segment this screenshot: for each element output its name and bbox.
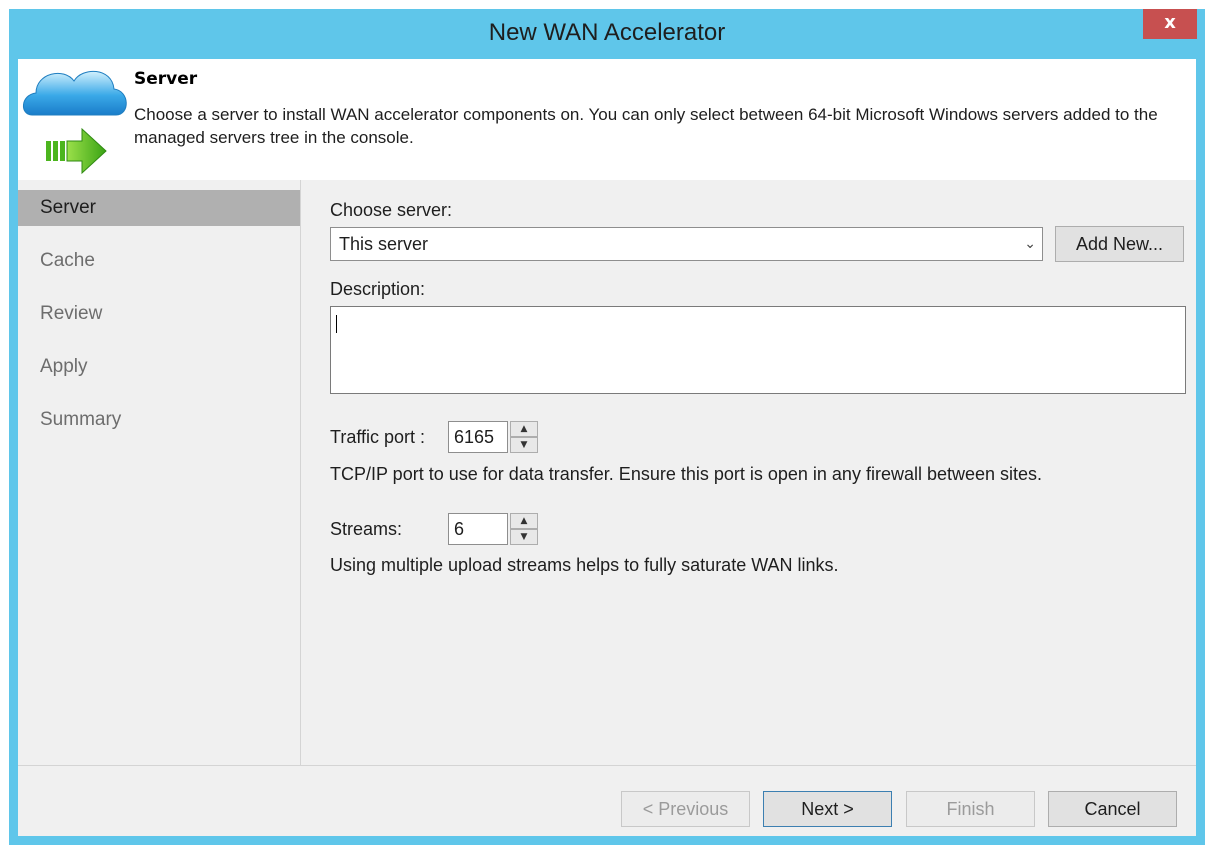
traffic-port-spin-buttons: ▲ ▼: [510, 421, 538, 453]
chevron-down-icon[interactable]: ⌄: [1024, 228, 1036, 260]
cancel-button[interactable]: Cancel: [1048, 791, 1177, 827]
choose-server-label: Choose server:: [330, 200, 453, 220]
close-button[interactable]: x: [1143, 9, 1197, 39]
streams-value: 6: [454, 519, 465, 539]
wizard-footer: < Previous Next > Finish Cancel: [18, 765, 1196, 837]
description-label: Description:: [330, 279, 426, 299]
spin-up-icon[interactable]: ▲: [510, 513, 538, 529]
spin-up-icon[interactable]: ▲: [510, 421, 538, 437]
streams-label: Streams:: [330, 519, 403, 539]
arrow-right-icon: [46, 127, 107, 175]
traffic-port-label: Traffic port :: [330, 427, 426, 447]
text-caret: [336, 315, 337, 333]
server-select[interactable]: This server ⌄: [330, 227, 1043, 261]
cloud-icon: [23, 70, 127, 175]
traffic-port-help: TCP/IP port to use for data transfer. En…: [330, 464, 1043, 484]
sidebar-item-server[interactable]: Server: [18, 190, 300, 226]
sidebar-item-apply[interactable]: Apply: [18, 349, 300, 385]
title-bar: New WAN Accelerator x: [9, 9, 1205, 59]
wizard-steps-sidebar: Server Cache Review Apply Summary: [18, 180, 301, 765]
spin-down-icon[interactable]: ▼: [510, 437, 538, 453]
sidebar-item-review[interactable]: Review: [18, 296, 300, 332]
server-select-value: This server: [339, 234, 429, 254]
sidebar-item-summary[interactable]: Summary: [18, 402, 300, 438]
wizard-client-area: Server Choose a server to install WAN ac…: [18, 59, 1196, 836]
step-description: Choose a server to install WAN accelerat…: [134, 105, 1158, 147]
streams-input[interactable]: 6: [448, 513, 508, 545]
sidebar-item-cache[interactable]: Cache: [18, 243, 300, 279]
wizard-header: Server Choose a server to install WAN ac…: [18, 59, 1196, 180]
streams-stepper[interactable]: 6 ▲ ▼: [448, 513, 538, 545]
window-title: New WAN Accelerator: [488, 19, 726, 46]
streams-spin-buttons: ▲ ▼: [510, 513, 538, 545]
step-title: Server: [134, 69, 198, 89]
traffic-port-stepper[interactable]: 6165 ▲ ▼: [448, 421, 538, 453]
traffic-port-value: 6165: [454, 427, 495, 447]
add-new-button[interactable]: Add New...: [1055, 226, 1184, 262]
next-button[interactable]: Next >: [763, 791, 892, 827]
traffic-port-input[interactable]: 6165: [448, 421, 508, 453]
finish-button[interactable]: Finish: [906, 791, 1035, 827]
description-field[interactable]: [330, 306, 1186, 394]
streams-help: Using multiple upload streams helps to f…: [330, 555, 839, 575]
spin-down-icon[interactable]: ▼: [510, 529, 538, 545]
previous-button[interactable]: < Previous: [621, 791, 750, 827]
wizard-window: New WAN Accelerator x Server Choose a se…: [9, 9, 1205, 845]
